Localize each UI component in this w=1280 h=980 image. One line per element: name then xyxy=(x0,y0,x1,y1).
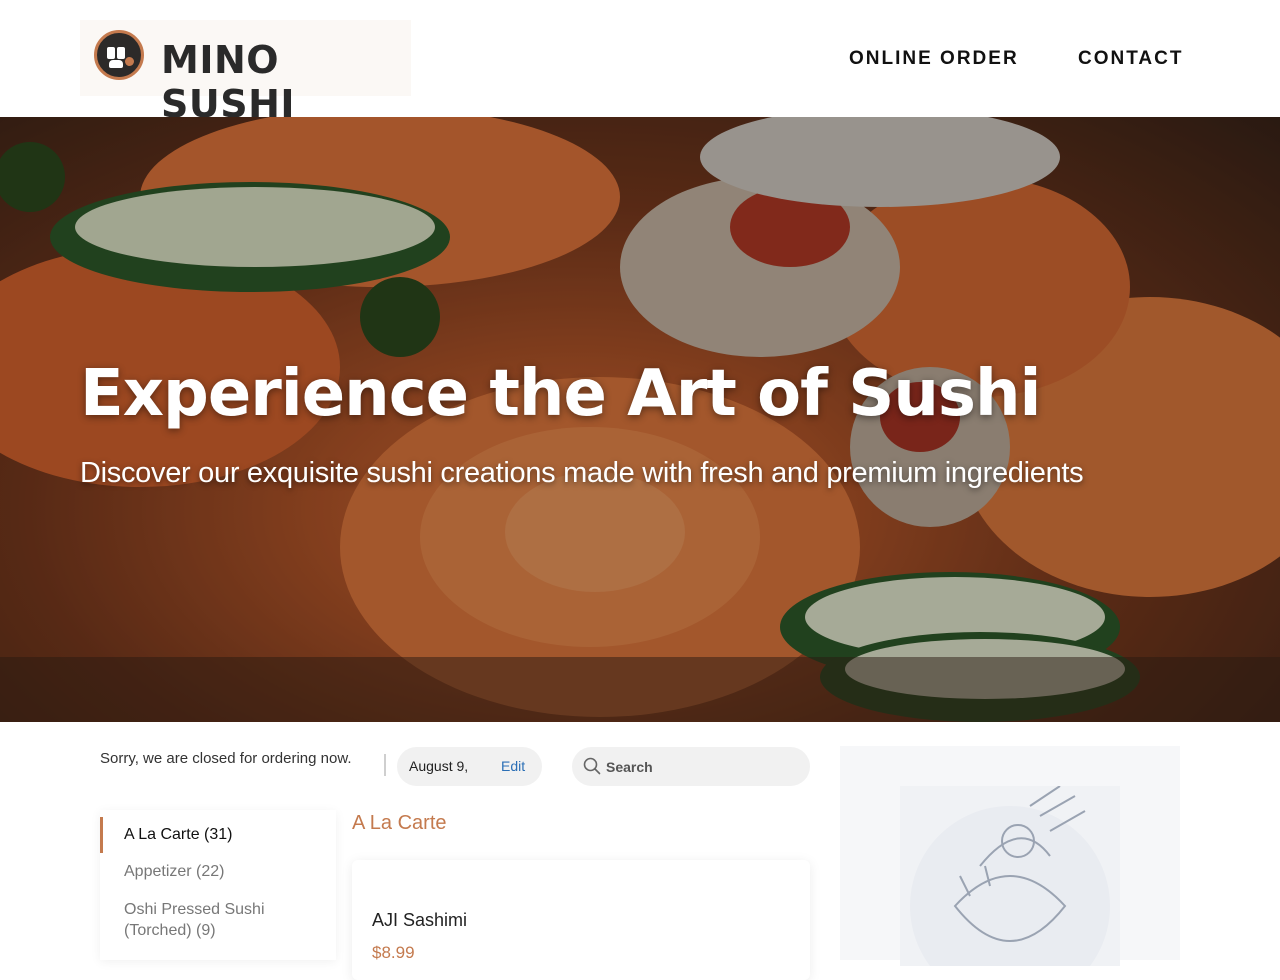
selected-date: August 9, xyxy=(409,758,469,774)
site-header: MINO SUSHI ONLINE ORDER CONTACT xyxy=(0,0,1280,126)
menu-item-card[interactable]: AJI Sashimi $8.99 xyxy=(352,860,810,980)
nav-online-order[interactable]: ONLINE ORDER xyxy=(849,48,1019,70)
search-input[interactable] xyxy=(572,747,810,786)
ordering-status: Sorry, we are closed for ordering now. xyxy=(100,750,352,767)
category-list: A La Carte (31) Appetizer (22) Oshi Pres… xyxy=(100,810,336,960)
logo[interactable]: MINO SUSHI xyxy=(80,20,411,126)
date-selector[interactable]: August 9, Edit xyxy=(397,747,542,786)
search-icon xyxy=(583,757,601,775)
section-title: A La Carte xyxy=(352,812,447,834)
category-item-a-la-carte[interactable]: A La Carte (31) xyxy=(124,824,314,845)
menu-item-name: AJI Sashimi xyxy=(372,910,468,930)
cart-panel xyxy=(840,746,1180,966)
category-item-appetizer[interactable]: Appetizer (22) xyxy=(124,861,314,882)
logo-text: MINO SUSHI xyxy=(161,38,296,126)
nav-contact[interactable]: CONTACT xyxy=(1078,48,1183,70)
empty-cart-illustration-icon xyxy=(900,786,1120,966)
logo-mark-icon xyxy=(94,30,144,80)
edit-date-link[interactable]: Edit xyxy=(501,758,525,774)
hero-subtitle: Discover our exquisite sushi creations m… xyxy=(80,457,1084,489)
category-item-oshi-pressed-sushi[interactable]: Oshi Pressed Sushi (Torched) (9) xyxy=(124,899,314,941)
menu-item-price: $8.99 xyxy=(372,943,415,962)
divider xyxy=(384,754,386,776)
hero-banner: Experience the Art of Sushi Discover our… xyxy=(0,117,1280,722)
hero-title: Experience the Art of Sushi xyxy=(80,357,1041,431)
active-category-indicator xyxy=(100,817,103,853)
